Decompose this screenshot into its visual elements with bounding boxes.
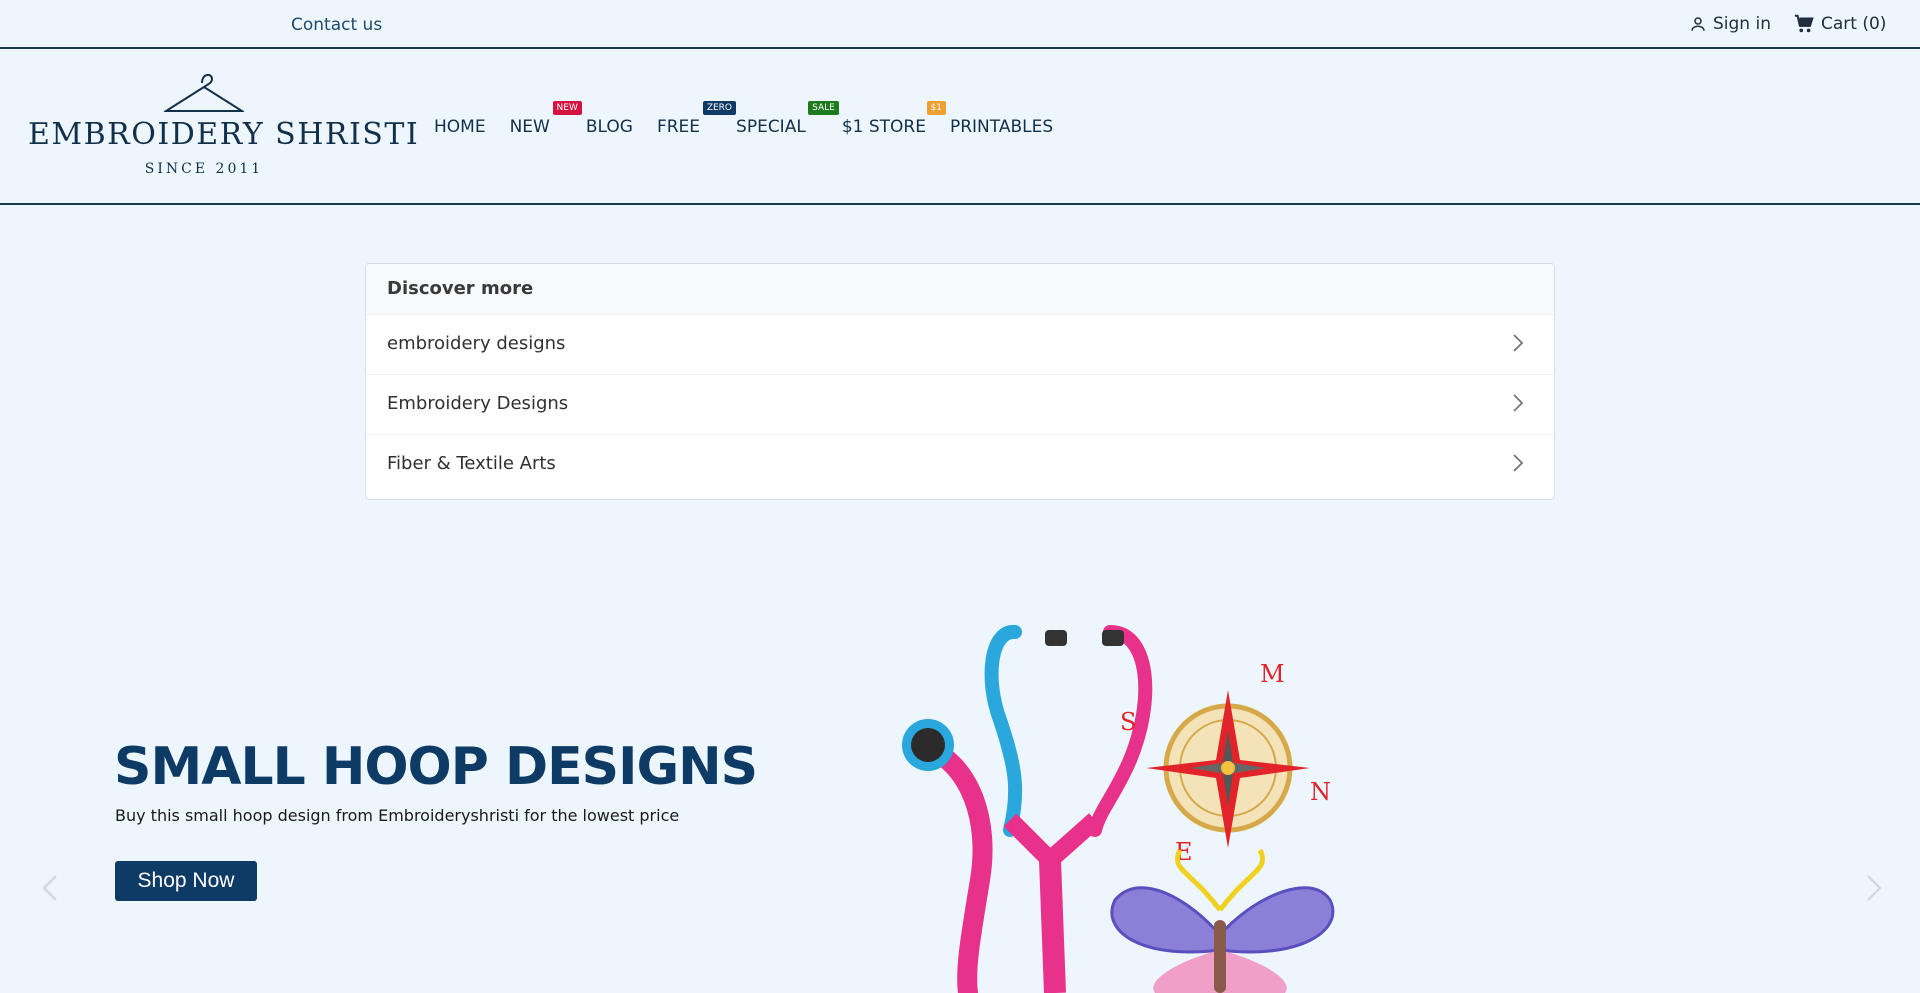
chevron-right-icon [1513, 334, 1524, 352]
nav-printables-label: PRINTABLES [949, 117, 1054, 137]
discover-item-label: embroidery designs [387, 333, 566, 354]
hero-title: SMALL HOOP DESIGNS [114, 737, 758, 797]
hanger-icon [164, 73, 244, 112]
hero-embroidery-image: S M N E [902, 625, 1335, 993]
cart-icon [1794, 14, 1814, 33]
nav-home[interactable]: HOME [434, 117, 486, 137]
svg-text:S: S [1120, 708, 1136, 736]
chevron-right-icon [1513, 454, 1524, 472]
sign-in-link[interactable]: Sign in [1689, 14, 1771, 34]
contact-us-link[interactable]: Contact us [291, 15, 382, 35]
chevron-left-icon[interactable] [40, 873, 60, 903]
discover-heading: Discover more [366, 264, 1554, 314]
discover-item-label: Fiber & Textile Arts [387, 453, 556, 474]
nav-blog[interactable]: BLOG [586, 117, 633, 137]
chevron-right-icon [1513, 394, 1524, 412]
shop-now-button[interactable]: Shop Now [115, 861, 257, 901]
site-header: EMBROIDERY SHRISTI SINCE 2011 HOME NEW NE… [0, 49, 1920, 205]
new-badge: NEW [552, 101, 582, 115]
nav-home-label: HOME [434, 117, 486, 137]
sale-badge: SALE [808, 101, 839, 115]
nav-free-label: FREE [656, 117, 701, 137]
discover-item[interactable]: embroidery designs [366, 314, 1554, 374]
logo-title: EMBROIDERY SHRISTI [28, 117, 420, 152]
cart-label: Cart (0) [1821, 14, 1887, 34]
user-icon [1691, 17, 1705, 31]
discover-item[interactable]: Embroidery Designs [366, 374, 1554, 434]
nav-blog-label: BLOG [585, 117, 633, 137]
nav-1-store[interactable]: $1 STORE $1 [841, 101, 946, 137]
discover-item-label: Embroidery Designs [387, 393, 569, 414]
svg-text:N: N [1310, 778, 1331, 806]
hero-subtitle: Buy this small hoop design from Embroide… [115, 806, 680, 825]
nav-special-label: SPECIAL [736, 117, 806, 137]
main-nav: HOME NEW NEW BLOG FREE ZERO SPECIAL SALE $1… [434, 101, 1077, 137]
nav-new-label: NEW [509, 117, 550, 137]
nav-printables[interactable]: PRINTABLES [950, 117, 1053, 137]
cart-link[interactable]: Cart (0) [1793, 13, 1886, 35]
nav-1-store-label: $1 STORE [841, 117, 926, 137]
sign-in-label: Sign in [1713, 14, 1771, 34]
site-logo[interactable]: EMBROIDERY SHRISTI SINCE 2011 [28, 69, 420, 184]
nav-free[interactable]: FREE ZERO [656, 101, 737, 137]
zero-badge: ZERO [702, 101, 737, 115]
svg-text:M: M [1260, 660, 1285, 688]
nav-special[interactable]: SPECIAL SALE [736, 101, 839, 137]
dollar-badge: $1 [926, 101, 946, 115]
chevron-right-icon[interactable] [1864, 873, 1884, 903]
discover-more-panel: Discover more embroidery designs Embroid… [365, 263, 1555, 500]
nav-new[interactable]: NEW NEW [509, 101, 582, 137]
top-bar: Contact us Sign in Cart (0) [0, 0, 1920, 49]
logo-subtitle: SINCE 2011 [144, 161, 264, 177]
discover-item[interactable]: Fiber & Textile Arts [366, 434, 1554, 494]
